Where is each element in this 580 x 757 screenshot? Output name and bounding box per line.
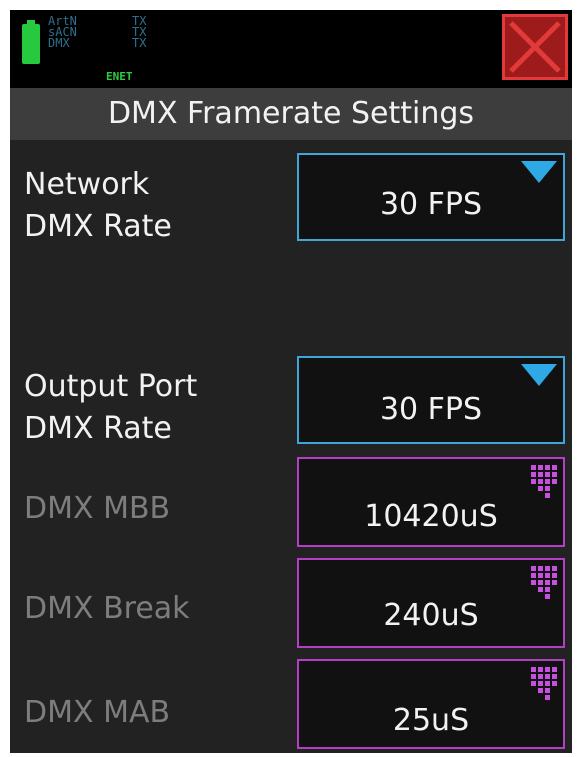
protocol-dmx: DMX	[48, 36, 70, 50]
status-bar: ArtN sACN DMX TX TX TX ENET	[10, 10, 572, 88]
dmx-mbb-label: DMX MBB	[24, 491, 171, 526]
network-dmx-rate-label: Network DMX Rate	[24, 164, 172, 248]
network-dmx-rate-value: 30 FPS	[379, 187, 483, 222]
dmx-mab-value: 25uS	[392, 703, 470, 738]
dmx-mab-label: DMX MAB	[24, 695, 171, 730]
dropdown-triangle-icon	[521, 161, 557, 183]
dmx-mbb-field[interactable]: 10420uS	[297, 457, 565, 547]
dmx-mab-field[interactable]: 25uS	[297, 659, 565, 749]
close-button[interactable]	[502, 14, 568, 80]
dmx-break-field[interactable]: 240uS	[297, 558, 565, 648]
device-screen: ArtN sACN DMX TX TX TX ENET DMX Framerat…	[10, 10, 572, 753]
keypad-icon	[531, 465, 557, 498]
title-bar: DMX Framerate Settings	[10, 88, 572, 140]
network-dmx-rate-label-line1: Network	[24, 167, 150, 202]
dmx-break-label: DMX Break	[24, 591, 190, 626]
dropdown-triangle-icon	[521, 364, 557, 386]
output-dmx-rate-dropdown[interactable]: 30 FPS	[297, 356, 565, 444]
dmx-mbb-value: 10420uS	[364, 499, 498, 534]
tx-dmx: TX	[132, 36, 147, 50]
output-dmx-rate-value: 30 FPS	[379, 392, 483, 427]
page-title: DMX Framerate Settings	[107, 96, 475, 131]
output-dmx-rate-label-line1: Output Port	[24, 369, 198, 404]
enet-indicator: ENET	[106, 70, 133, 83]
protocol-list: ArtN sACN DMX	[48, 15, 77, 50]
network-dmx-rate-label-line2: DMX Rate	[24, 209, 172, 244]
tx-list: TX TX TX	[132, 15, 147, 50]
close-icon	[509, 21, 561, 73]
output-dmx-rate-label: Output Port DMX Rate	[24, 366, 197, 450]
keypad-icon	[531, 667, 557, 700]
keypad-icon	[531, 566, 557, 599]
network-dmx-rate-dropdown[interactable]: 30 FPS	[297, 153, 565, 241]
output-dmx-rate-label-line2: DMX Rate	[24, 411, 172, 446]
dmx-break-value: 240uS	[383, 598, 479, 633]
battery-icon	[22, 20, 40, 64]
